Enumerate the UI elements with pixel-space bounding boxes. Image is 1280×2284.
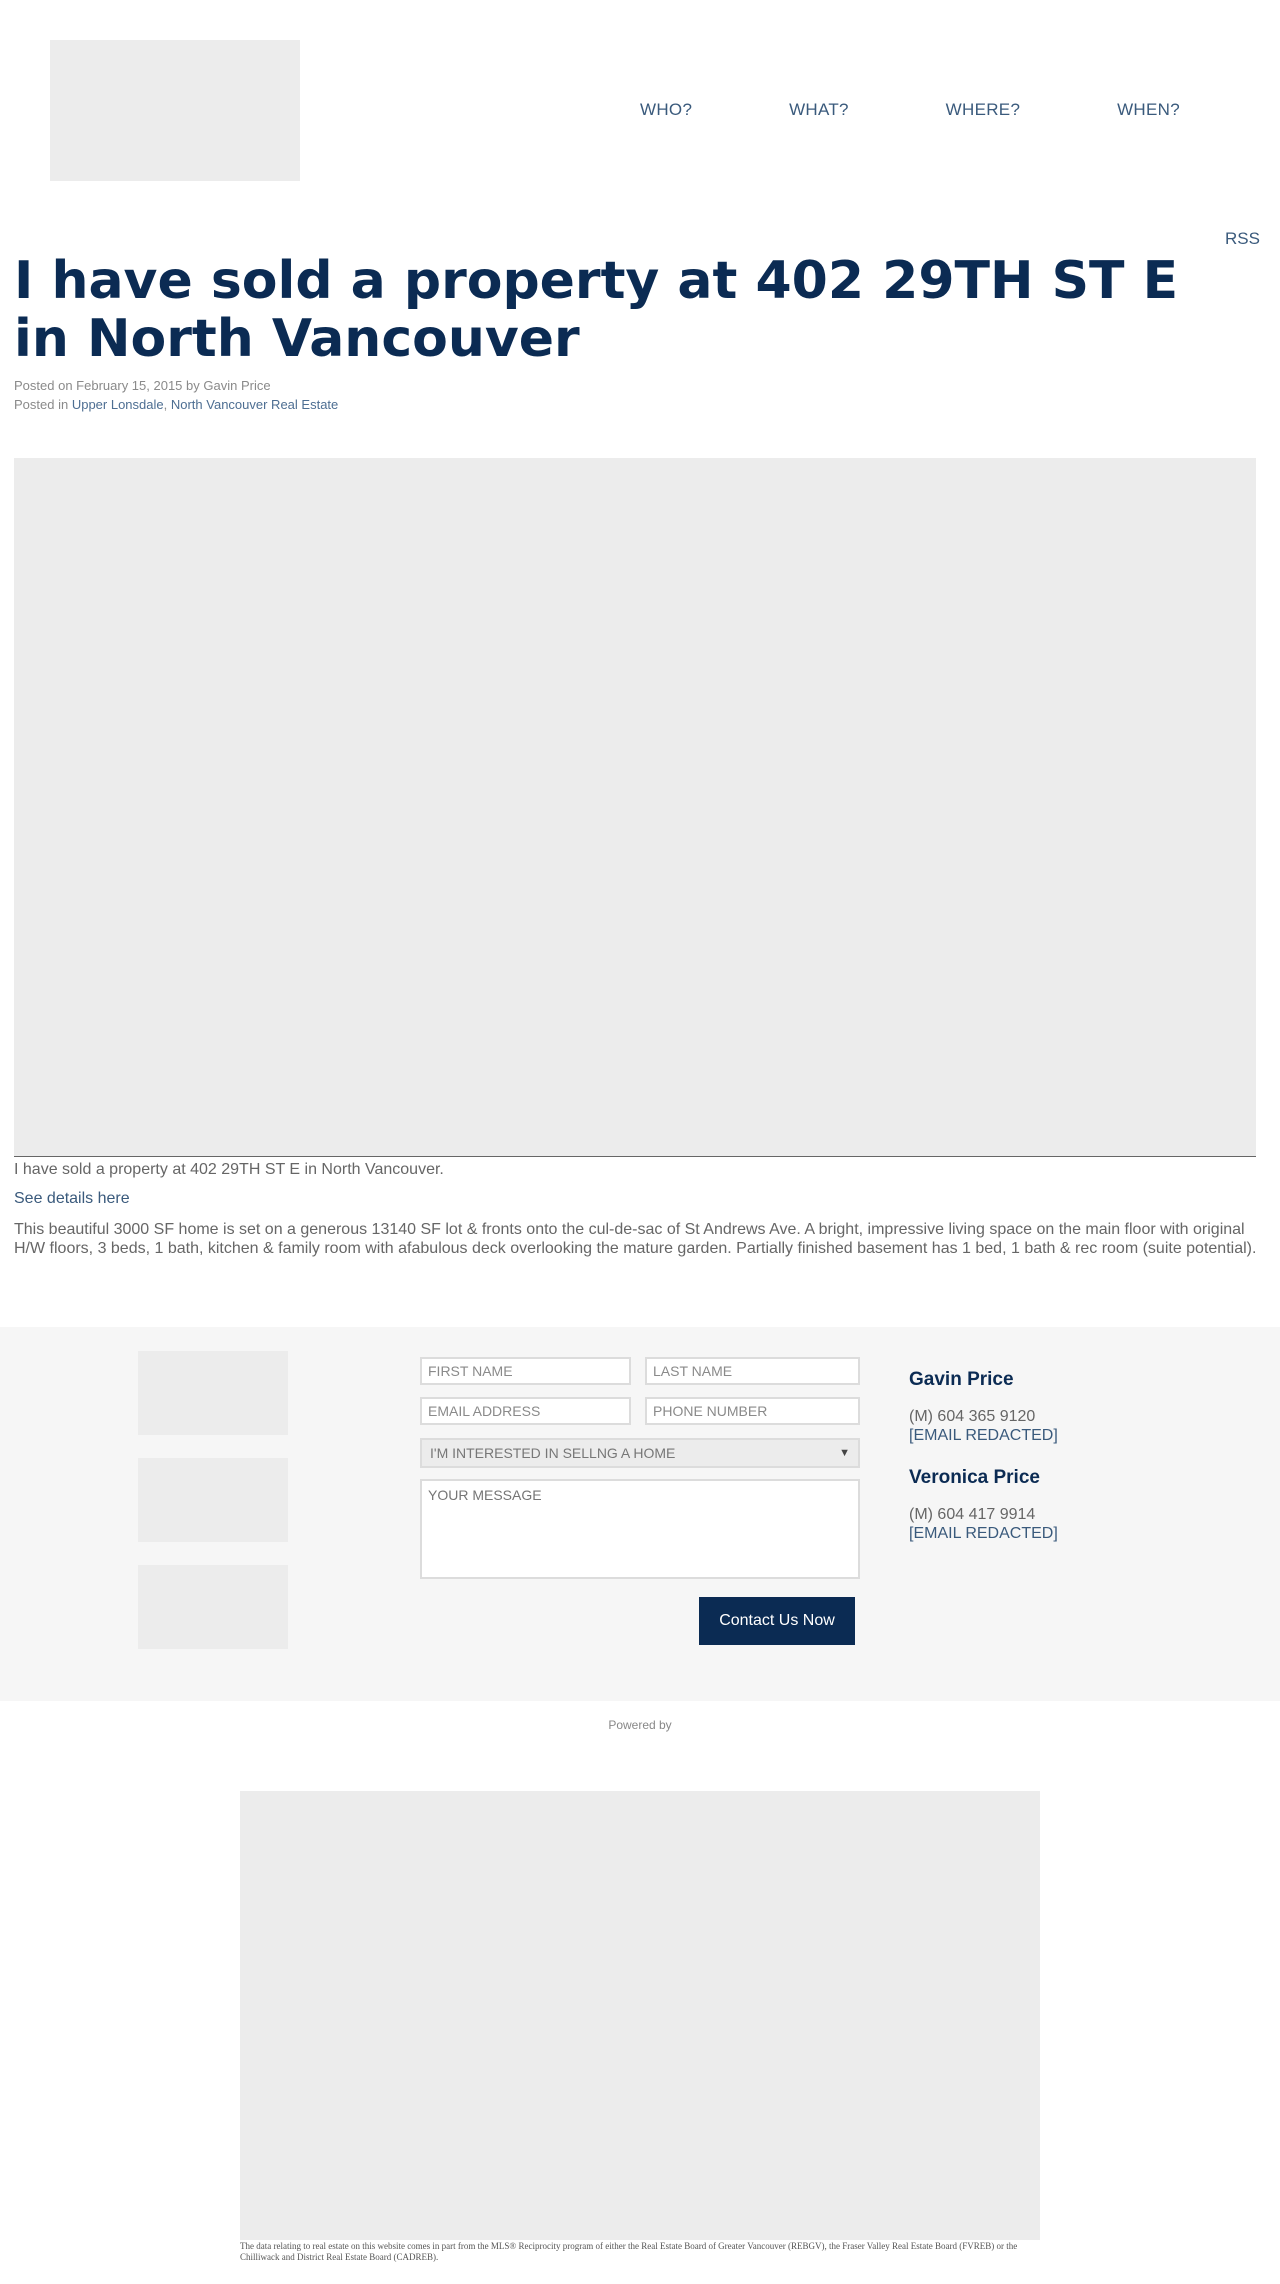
nav-item-when[interactable]: WHEN? — [1117, 100, 1180, 120]
agent-phone: (M) 604 417 9914 — [909, 1506, 1036, 1523]
chevron-down-icon: ▼ — [839, 1447, 850, 1459]
email-field[interactable] — [420, 1397, 631, 1425]
interest-select-value: I'M INTERESTED IN SELLNG A HOME — [430, 1445, 676, 1461]
contact-thumbnail — [138, 1458, 288, 1542]
post-title: I have sold a property at 402 29TH ST E … — [14, 251, 1179, 369]
powered-by-text: Powered by — [608, 1718, 672, 1732]
nav-item-where[interactable]: WHERE? — [946, 100, 1021, 120]
agent-name: Gavin Price — [909, 1369, 1014, 1390]
post-caption: I have sold a property at 402 29TH ST E … — [14, 1161, 444, 1178]
first-name-field[interactable] — [420, 1357, 631, 1385]
contact-thumbnail — [138, 1351, 288, 1435]
post-author: Gavin Price — [203, 378, 271, 393]
last-name-field[interactable] — [645, 1357, 860, 1385]
contact-thumbnail — [138, 1565, 288, 1649]
phone-field[interactable] — [645, 1397, 860, 1425]
interest-select[interactable]: I'M INTERESTED IN SELLNG A HOME ▼ — [420, 1438, 860, 1468]
main-nav: WHO? WHAT? WHERE? WHEN? — [640, 100, 1180, 120]
listings-map[interactable] — [240, 1791, 1040, 2240]
site-header: WHO? WHAT? WHERE? WHEN? — [0, 0, 1280, 220]
category-link-north-vancouver[interactable]: North Vancouver Real Estate — [171, 397, 338, 412]
message-field[interactable] — [420, 1479, 860, 1579]
agent-phone: (M) 604 365 9120 — [909, 1408, 1036, 1425]
property-photo — [14, 458, 1256, 1157]
site-logo[interactable] — [50, 40, 300, 181]
post-date: February 15, 2015 — [76, 378, 183, 393]
category-separator: , — [163, 397, 171, 412]
nav-item-what[interactable]: WHAT? — [789, 100, 849, 120]
contact-submit-button[interactable]: Contact Us Now — [699, 1597, 855, 1645]
property-description: This beautiful 3000 SF home is set on a … — [14, 1221, 1257, 1257]
rss-link[interactable]: RSS — [1225, 229, 1260, 249]
agent-email-link[interactable]: [EMAIL REDACTED] — [909, 1525, 1058, 1543]
see-details-link[interactable]: See details here — [14, 1190, 130, 1208]
agent-name: Veronica Price — [909, 1467, 1040, 1488]
posted-on-label: Posted on — [14, 378, 73, 393]
by-label: by — [186, 378, 200, 393]
mls-disclaimer: The data relating to real estate on this… — [240, 2241, 1018, 2262]
post-meta-date: Posted on February 15, 2015 by Gavin Pri… — [14, 378, 271, 393]
agent-email-link[interactable]: [EMAIL REDACTED] — [909, 1427, 1058, 1445]
post-meta-categories: Posted in Upper Lonsdale, North Vancouve… — [14, 397, 338, 412]
posted-in-label: Posted in — [14, 397, 69, 412]
contact-section: I'M INTERESTED IN SELLNG A HOME ▼ Contac… — [0, 1327, 1280, 1701]
nav-item-who[interactable]: WHO? — [640, 100, 692, 120]
category-link-upper-lonsdale[interactable]: Upper Lonsdale — [72, 397, 164, 412]
